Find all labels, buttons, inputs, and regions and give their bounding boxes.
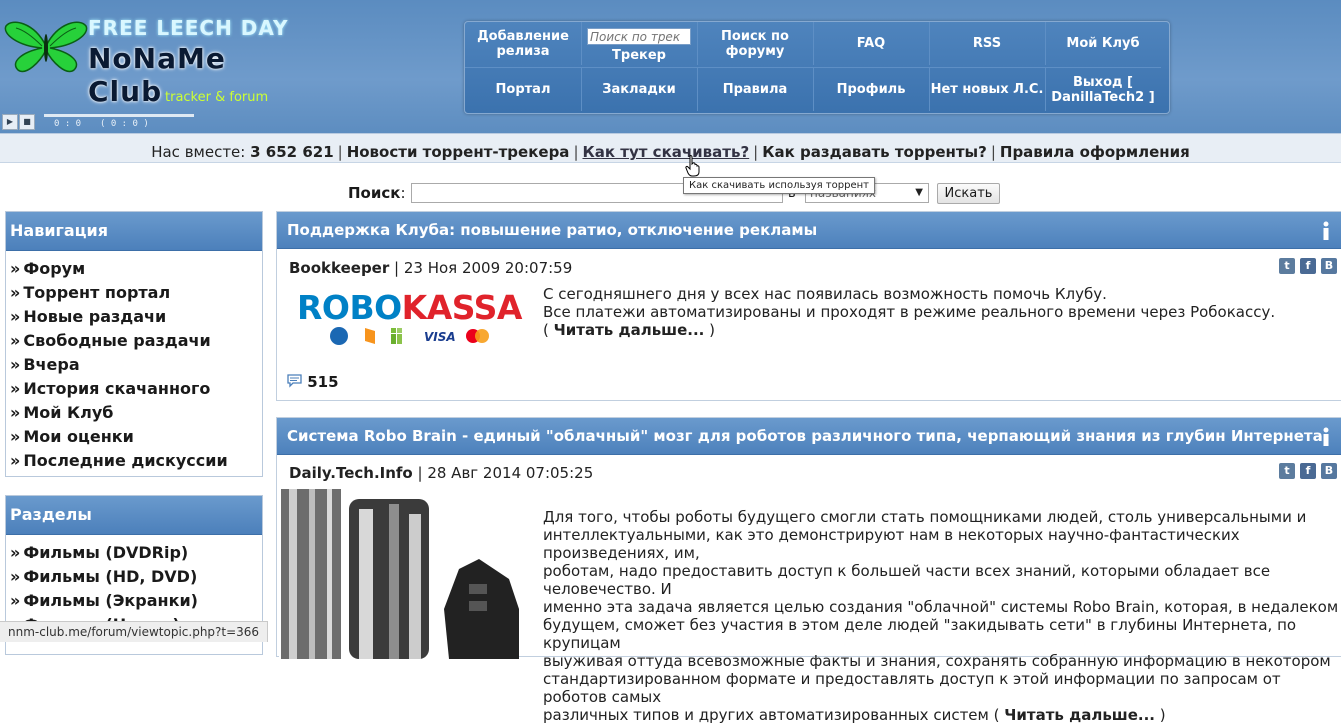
navigation-box: Навигация » Форум » Торрент портал » Новые … <box>5 211 263 477</box>
post-title[interactable]: Система Robo Brain - единый "облачный" м… <box>277 418 1341 455</box>
members-label: Нас вместе: <box>151 143 246 161</box>
vk-icon[interactable]: B <box>1321 258 1337 274</box>
browser-status-bar: nnm-club.me/forum/viewtopic.php?t=366 <box>0 621 269 642</box>
news-post: Система Robo Brain - единый "облачный" м… <box>276 417 1341 724</box>
nav-tracker-label[interactable]: Трекер <box>612 48 666 63</box>
tooltip: Как скачивать используя торрент <box>683 177 875 194</box>
link-tracker-news[interactable]: Новости торрент-трекера <box>347 143 570 161</box>
payment-methods-icon: VISA <box>330 327 489 345</box>
hand-cursor-icon <box>685 155 700 177</box>
search-button[interactable]: Искать <box>937 183 1000 204</box>
info-bar: Нас вместе: 3 652 621 | Новости торрент-тр… <box>0 133 1341 163</box>
audio-player: ▶ ■ 0 : 0 ( 0 : 0 ) <box>0 113 210 130</box>
facebook-icon[interactable]: f <box>1300 258 1316 274</box>
share-buttons: t f B <box>1279 258 1337 274</box>
news-post: Поддержка Клуба: повышение ратио, отключ… <box>276 211 1341 401</box>
top-navigation: Добавление релиза Трекер Поиск по форуму… <box>464 21 1170 114</box>
sidebar-item-films-hd[interactable]: » Фильмы (HD, DVD) <box>10 565 262 589</box>
sidebar-item-yesterday[interactable]: » Вчера <box>10 353 262 377</box>
comments-count[interactable]: 515 <box>287 373 339 391</box>
twitter-icon[interactable]: t <box>1279 258 1295 274</box>
tracker-search-input[interactable] <box>587 28 691 45</box>
nav-tracker[interactable]: Трекер <box>581 22 698 65</box>
nav-private-messages[interactable]: Нет новых Л.С. <box>929 67 1046 111</box>
post-excerpt: Для того, чтобы роботы будущего смогли с… <box>543 508 1339 724</box>
nav-bookmarks[interactable]: Закладки <box>581 67 698 111</box>
post-excerpt: С сегодняшнего дня у всех нас появилась … <box>543 285 1276 339</box>
facebook-icon[interactable]: f <box>1300 463 1316 479</box>
robokassa-logo: ROBOKASSA VISA <box>297 288 527 350</box>
vk-icon[interactable]: B <box>1321 463 1337 479</box>
dropdown-arrow-icon: ▼ <box>915 187 923 198</box>
post-date: 23 Ноя 2009 20:07:59 <box>403 259 573 277</box>
nav-my-club[interactable]: Мой Клуб <box>1045 22 1161 65</box>
post-meta: Daily.Tech.Info | 28 Авг 2014 07:05:25 <box>289 464 594 482</box>
sidebar-item-free-releases[interactable]: » Свободные раздачи <box>10 329 262 353</box>
sidebar-item-films-screeners[interactable]: » Фильмы (Экранки) <box>10 589 262 613</box>
sidebar-item-new-releases[interactable]: » Новые раздачи <box>10 305 262 329</box>
post-author[interactable]: Daily.Tech.Info <box>289 464 413 482</box>
post-title[interactable]: Поддержка Клуба: повышение ратио, отключ… <box>277 212 1341 249</box>
player-time: 0 : 0 <box>54 119 82 129</box>
site-header: FREE LEECH DAY NoNaMe Club tracker & for… <box>0 0 1341 133</box>
sidebar-item-films-dvdrip[interactable]: » Фильмы (DVDRip) <box>10 541 262 565</box>
read-more-link[interactable]: Читать дальше... <box>1004 706 1155 724</box>
nav-portal[interactable]: Портал <box>465 67 582 111</box>
sidebar-item-forum[interactable]: » Форум <box>10 257 262 281</box>
player-progress-bar[interactable] <box>44 114 194 117</box>
link-formatting-rules[interactable]: Правила оформления <box>1000 143 1190 161</box>
read-more-link[interactable]: Читать дальше... <box>554 321 705 339</box>
link-how-to-download[interactable]: Как тут скачивать? <box>583 143 750 161</box>
navigation-list: » Форум » Торрент портал » Новые раздачи » С… <box>6 251 262 473</box>
nav-logout[interactable]: Выход [ DanillaTech2 ] <box>1045 67 1161 111</box>
twitter-icon[interactable]: t <box>1279 463 1295 479</box>
sidebar-item-my-club[interactable]: » Мой Клуб <box>10 401 262 425</box>
free-leech-banner: FREE LEECH DAY <box>88 16 289 40</box>
comment-icon <box>287 374 302 388</box>
play-icon[interactable]: ▶ <box>2 114 18 130</box>
robot-image[interactable] <box>279 489 519 659</box>
nav-faq[interactable]: FAQ <box>813 22 930 65</box>
post-date: 28 Авг 2014 07:05:25 <box>427 464 594 482</box>
search-form: Поиск: в названиях▼ Искать <box>0 182 1341 206</box>
sidebar-item-torrent-portal[interactable]: » Торрент портал <box>10 281 262 305</box>
svg-text:VISA: VISA <box>424 330 456 344</box>
nav-rss[interactable]: RSS <box>929 22 1046 65</box>
members-count: 3 652 621 <box>250 143 334 161</box>
post-author[interactable]: Bookkeeper <box>289 259 389 277</box>
sidebar-item-recent-discussions[interactable]: » Последние дискуссии <box>10 449 262 473</box>
post-meta: Bookkeeper | 23 Ноя 2009 20:07:59 <box>289 259 573 277</box>
player-duration: ( 0 : 0 ) <box>100 119 149 129</box>
search-label: Поиск: <box>348 184 406 202</box>
nav-add-release[interactable]: Добавление релиза <box>465 22 582 65</box>
info-icon[interactable] <box>1321 427 1331 447</box>
sidebar-item-download-history[interactable]: » История скачанного <box>10 377 262 401</box>
stop-icon[interactable]: ■ <box>19 114 35 130</box>
butterfly-icon <box>4 21 88 73</box>
sections-title: Разделы <box>6 496 262 535</box>
info-icon[interactable] <box>1321 221 1331 241</box>
site-tagline: tracker & forum <box>165 90 269 105</box>
nav-rules[interactable]: Правила <box>697 67 814 111</box>
share-buttons: t f B <box>1279 463 1337 479</box>
sidebar-item-my-ratings[interactable]: » Мои оценки <box>10 425 262 449</box>
nav-forum-search[interactable]: Поиск по форуму <box>697 22 814 65</box>
navigation-title: Навигация <box>6 212 262 251</box>
nav-profile[interactable]: Профиль <box>813 67 930 111</box>
link-how-to-seed[interactable]: Как раздавать торренты? <box>762 143 987 161</box>
